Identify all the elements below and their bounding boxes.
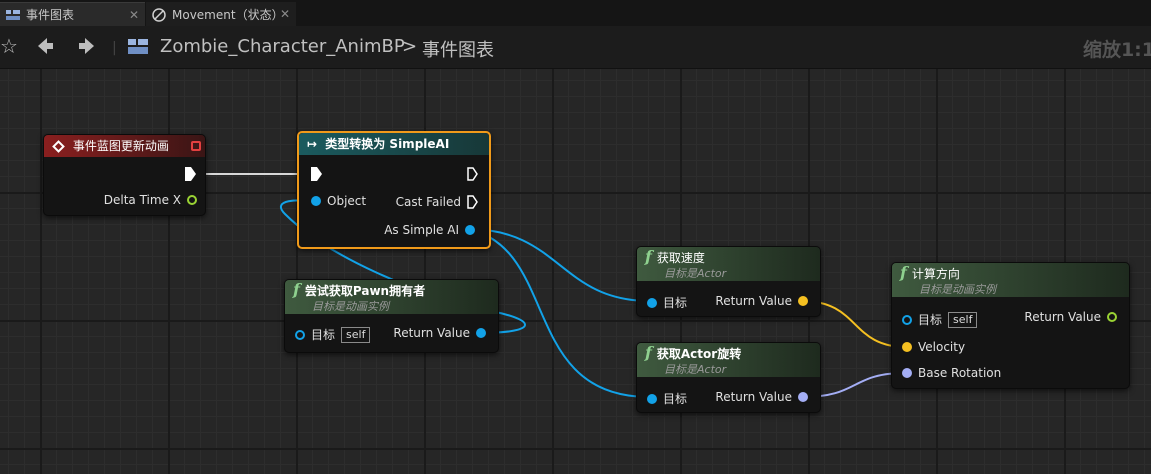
tab-strip: 事件图表 ✕ Movement（状态） ✕ xyxy=(0,0,1151,26)
breadcrumb-bar: ☆ | Zombie_Character_AnimBP > 事件图表 缩放1:1 xyxy=(0,26,1151,69)
tab-movement-state[interactable]: Movement（状态） ✕ xyxy=(146,2,296,26)
zoom-label: 缩放1:1 xyxy=(1082,39,1151,61)
state-icon xyxy=(152,8,166,22)
node-header: f 获取速度 目标是Actor xyxy=(637,247,820,281)
return-value-pin[interactable]: Return Value xyxy=(715,390,808,404)
function-icon: f xyxy=(645,247,652,266)
vector-pin-icon xyxy=(902,342,912,352)
object-pin[interactable]: Object xyxy=(311,194,366,208)
breadcrumb-graph[interactable]: 事件图表 xyxy=(422,36,494,62)
graph-canvas[interactable]: 事件蓝图更新动画 Delta Time X ↦ 类型转换为 SimpleAI O… xyxy=(0,69,1151,474)
target-pin[interactable]: 目标 self xyxy=(902,311,978,328)
vector-pin-icon xyxy=(798,296,808,306)
object-pin-icon xyxy=(902,314,912,325)
pin-label: Return Value xyxy=(715,294,792,308)
node-subtitle: 目标是动画实例 xyxy=(919,283,996,296)
tab-label: 事件图表 xyxy=(26,8,75,22)
close-icon[interactable]: ✕ xyxy=(129,8,139,22)
function-icon: f xyxy=(900,263,907,282)
exec-out-pin[interactable] xyxy=(185,167,197,181)
pin-label: 目标 xyxy=(663,392,688,406)
node-header: f 尝试获取Pawn拥有者 目标是动画实例 xyxy=(285,280,498,314)
node-title: 获取速度 xyxy=(656,251,705,265)
rotator-pin-icon xyxy=(798,392,808,402)
as-simple-ai-pin[interactable]: As Simple AI xyxy=(384,223,475,237)
object-pin-icon xyxy=(295,329,305,340)
exec-out-pin[interactable] xyxy=(467,167,479,181)
event-update-animation-node[interactable]: 事件蓝图更新动画 Delta Time X xyxy=(43,134,206,216)
tab-event-graph[interactable]: 事件图表 ✕ xyxy=(0,2,145,26)
return-value-pin[interactable]: Return Value xyxy=(715,294,808,308)
get-velocity-node[interactable]: f 获取速度 目标是Actor 目标 Return Value xyxy=(636,246,821,317)
pin-label: Base Rotation xyxy=(918,366,1002,380)
pin-label: 目标 xyxy=(918,313,943,327)
object-pin-icon xyxy=(647,297,657,308)
target-pin[interactable]: 目标 xyxy=(647,390,687,407)
function-icon: f xyxy=(645,343,652,362)
cast-arrow-icon: ↦ xyxy=(307,137,318,151)
node-header: ↦ 类型转换为 SimpleAI xyxy=(299,133,489,155)
forward-arrow-icon[interactable] xyxy=(78,36,96,59)
node-header: 事件蓝图更新动画 xyxy=(44,135,205,157)
pin-label: 目标 xyxy=(311,328,336,342)
node-title: 计算方向 xyxy=(911,267,960,281)
pin-label: Cast Failed xyxy=(395,195,461,209)
node-header: f 获取Actor旋转 目标是Actor xyxy=(637,343,820,377)
return-value-pin[interactable]: Return Value xyxy=(1024,310,1117,324)
node-subtitle: 目标是Actor xyxy=(664,267,727,280)
pin-label: Object xyxy=(327,194,367,208)
cast-failed-pin[interactable]: Cast Failed xyxy=(396,195,479,209)
get-actor-rotation-node[interactable]: f 获取Actor旋转 目标是Actor 目标 Return Value xyxy=(636,342,821,413)
tab-label: Movement（状态） xyxy=(172,7,284,22)
object-pin-icon xyxy=(311,196,321,206)
float-pin-icon xyxy=(187,195,197,205)
node-title: 尝试获取Pawn拥有者 xyxy=(304,284,426,298)
try-get-pawn-owner-node[interactable]: f 尝试获取Pawn拥有者 目标是动画实例 目标 self Return Valu… xyxy=(284,279,499,353)
breadcrumb-separator: > xyxy=(402,36,418,57)
target-pin[interactable]: 目标 self xyxy=(295,326,371,343)
pin-label: Return Value xyxy=(715,390,792,404)
velocity-pin[interactable]: Velocity xyxy=(902,340,965,354)
blueprint-icon xyxy=(128,38,148,58)
node-title: 事件蓝图更新动画 xyxy=(72,139,169,153)
cast-to-simpleai-node[interactable]: ↦ 类型转换为 SimpleAI Object Cast Failed As S… xyxy=(297,131,491,249)
graph-icon xyxy=(6,9,20,21)
stop-icon xyxy=(191,141,201,151)
function-icon: f xyxy=(293,280,300,299)
pin-label: Return Value xyxy=(1024,310,1101,324)
node-subtitle: 目标是动画实例 xyxy=(312,300,389,313)
float-pin-icon xyxy=(1107,312,1117,322)
return-value-pin[interactable]: Return Value xyxy=(393,326,486,340)
pin-label: As Simple AI xyxy=(384,223,459,237)
close-icon[interactable]: ✕ xyxy=(280,7,290,21)
self-field[interactable]: self xyxy=(341,326,371,343)
calculate-direction-node[interactable]: f 计算方向 目标是动画实例 目标 self Return Value Veloc… xyxy=(891,262,1130,389)
object-pin-icon xyxy=(465,225,475,235)
pin-label: 目标 xyxy=(663,296,688,310)
divider: | xyxy=(112,40,117,56)
node-title: 类型转换为 SimpleAI xyxy=(325,137,450,151)
base-rotation-pin[interactable]: Base Rotation xyxy=(902,366,1001,380)
pin-label: Return Value xyxy=(393,326,470,340)
target-pin[interactable]: 目标 xyxy=(647,294,687,311)
object-pin-icon xyxy=(647,393,657,404)
exec-in-pin[interactable] xyxy=(311,167,323,181)
pin-label: Delta Time X xyxy=(103,193,181,207)
object-pin-icon xyxy=(476,328,486,338)
node-subtitle: 目标是Actor xyxy=(664,363,727,376)
node-header: f 计算方向 目标是动画实例 xyxy=(892,263,1129,297)
delta-time-pin[interactable]: Delta Time X xyxy=(104,193,197,207)
pin-label: Velocity xyxy=(918,340,966,354)
star-icon[interactable]: ☆ xyxy=(0,36,18,56)
event-diamond-icon xyxy=(52,140,65,153)
node-title: 获取Actor旋转 xyxy=(656,347,742,361)
back-arrow-icon[interactable] xyxy=(36,36,54,59)
self-field[interactable]: self xyxy=(948,311,978,328)
rotator-pin-icon xyxy=(902,368,912,378)
breadcrumb-blueprint[interactable]: Zombie_Character_AnimBP xyxy=(160,36,405,57)
